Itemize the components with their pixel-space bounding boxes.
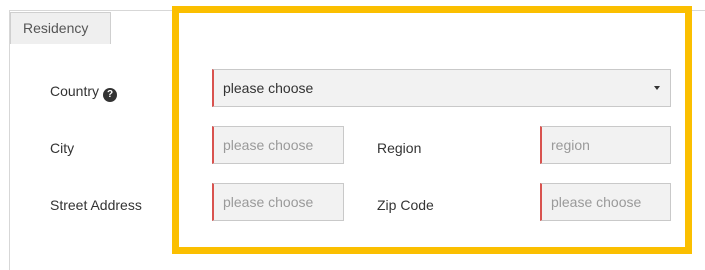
zip-code-placeholder: please choose: [551, 194, 642, 210]
tab-residency[interactable]: Residency: [10, 12, 111, 44]
tab-residency-label: Residency: [23, 20, 89, 36]
region-field[interactable]: region: [540, 126, 671, 164]
country-select-value: please choose: [223, 80, 314, 96]
country-select[interactable]: please choose: [212, 69, 671, 107]
help-icon[interactable]: ?: [103, 88, 118, 102]
zip-code-field[interactable]: please choose: [540, 183, 671, 221]
country-label: Country?: [50, 83, 118, 102]
zip-code-label: Zip Code: [377, 197, 434, 213]
region-field-placeholder: region: [551, 137, 590, 153]
city-label: City: [50, 140, 75, 156]
street-address-field[interactable]: please choose: [212, 183, 344, 221]
chevron-down-icon: [654, 86, 660, 90]
region-label: Region: [377, 140, 422, 156]
city-field-placeholder: please choose: [223, 137, 314, 153]
street-address-placeholder: please choose: [223, 194, 314, 210]
city-field[interactable]: please choose: [212, 126, 344, 164]
street-address-label: Street Address: [50, 197, 142, 213]
